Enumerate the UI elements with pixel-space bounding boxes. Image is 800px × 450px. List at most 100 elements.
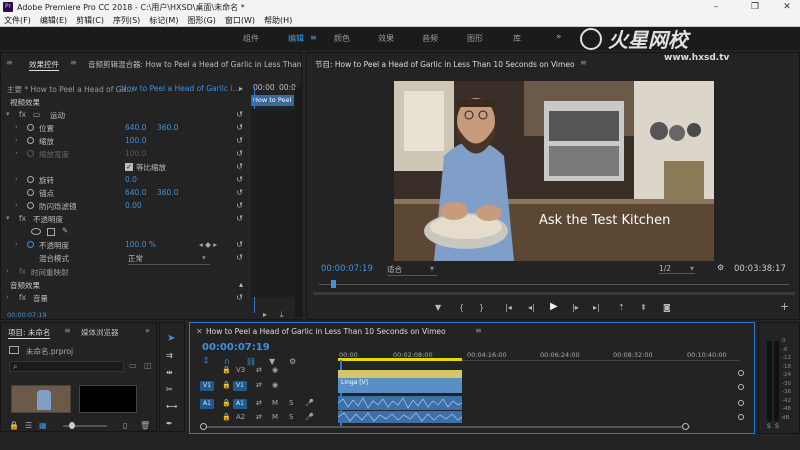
tab-effect-controls[interactable]: 效果控件 xyxy=(29,59,59,71)
zoom-scrollbar[interactable] xyxy=(313,292,795,295)
timeline-horizontal-scrollbar[interactable] xyxy=(200,423,690,430)
a1-mic-icon[interactable]: 🎤 xyxy=(305,399,314,407)
rotation-value[interactable]: 0.0 xyxy=(125,175,137,184)
selection-tool-icon[interactable]: ➤ xyxy=(167,333,175,344)
sequence-menu-icon[interactable]: ≡ xyxy=(475,326,482,335)
workspace-color[interactable]: 颜色 xyxy=(334,33,350,44)
mark-in-icon[interactable]: { xyxy=(459,303,464,313)
close-button[interactable]: ✕ xyxy=(777,1,797,13)
play-icon[interactable]: ▶ xyxy=(550,302,558,312)
motion-row[interactable]: ▾ fx ▭ 运动 ↺ xyxy=(1,109,247,121)
track-select-tool-icon[interactable]: ⇉ xyxy=(166,351,173,360)
tab-media-browser[interactable]: 媒体浏览器 xyxy=(81,327,119,338)
resolution-chevron-icon[interactable]: ▾ xyxy=(690,264,694,273)
new-bin-icon[interactable]: ▭ xyxy=(129,361,137,370)
icon-view-icon[interactable]: ▦ xyxy=(39,421,47,430)
project-search-input[interactable]: ⌕ xyxy=(9,361,124,372)
ripple-edit-tool-icon[interactable]: ⇹ xyxy=(166,368,173,377)
reset-volume-icon[interactable]: ↺ xyxy=(236,293,243,302)
video-clip[interactable]: Linga [V] xyxy=(338,378,462,393)
reset-rotation-icon[interactable]: ↺ xyxy=(236,175,243,184)
video-frame[interactable]: Ask the Test Kitchen xyxy=(394,81,714,261)
a2-mute-label[interactable]: M xyxy=(272,413,278,421)
fit-chevron-icon[interactable]: ▾ xyxy=(430,264,434,273)
linked-selection-icon[interactable]: ⛓ xyxy=(246,357,256,366)
opacity-header-row[interactable]: ▾ fx 不透明度 ↺ xyxy=(1,213,247,225)
effect-play-audio-icon[interactable]: ▸ xyxy=(263,310,267,319)
work-area-bar[interactable] xyxy=(338,358,462,361)
v3-eye-icon[interactable]: ◉ xyxy=(272,366,278,374)
audio-clip-a1[interactable] xyxy=(337,396,463,410)
effect-export-icon[interactable]: ⤓ xyxy=(280,310,284,320)
workspace-menu-icon[interactable]: ≡ xyxy=(310,33,317,42)
menu-marker[interactable]: 标记(M) xyxy=(145,14,183,26)
scale-stopwatch-icon[interactable] xyxy=(27,137,34,144)
snap-icon[interactable]: ∩ xyxy=(224,357,230,366)
position-stopwatch-icon[interactable] xyxy=(27,124,34,131)
zoom-slider[interactable] xyxy=(63,422,107,429)
menu-clip[interactable]: 剪辑(C) xyxy=(72,14,109,26)
clip-mini-bar[interactable]: How to Peel xyxy=(251,95,294,106)
scroll-dot-v3-icon[interactable] xyxy=(738,370,744,376)
step-forward-icon[interactable]: |▸ xyxy=(572,303,579,313)
flicker-stopwatch-icon[interactable] xyxy=(27,202,34,209)
menu-edit[interactable]: 编辑(E) xyxy=(36,14,72,26)
panel-menu-icon[interactable]: ≡ xyxy=(6,58,13,67)
v3-sync-icon[interactable]: ⇄ xyxy=(256,366,262,374)
reset-blend-icon[interactable]: ↺ xyxy=(236,253,243,262)
flicker-value[interactable]: 0.00 xyxy=(125,201,142,210)
workspace-editing[interactable]: 编辑 xyxy=(288,33,304,44)
tab-audio-clip-mixer[interactable]: 音频剪辑混合器: How to Peel a Head of Garlic in… xyxy=(88,59,302,70)
a2-sync-icon[interactable]: ⇄ xyxy=(256,413,262,421)
reset-position-icon[interactable]: ↺ xyxy=(236,123,243,132)
new-item-icon[interactable]: ▯ xyxy=(123,421,127,430)
a1-solo-button[interactable]: S xyxy=(289,399,293,407)
position-x-value[interactable]: 640.0 xyxy=(125,123,146,132)
program-playhead[interactable] xyxy=(331,280,336,288)
menu-help[interactable]: 帮助(H) xyxy=(260,14,297,26)
reset-scale-icon[interactable]: ↺ xyxy=(236,136,243,145)
keyframe-nav-icon[interactable]: ◂ ◆ ▸ xyxy=(199,240,217,249)
pen-mask-icon[interactable]: ✎ xyxy=(62,226,68,235)
step-back-icon[interactable]: ◂| xyxy=(528,303,535,313)
timeline-timecode[interactable]: 00:00:07:19 xyxy=(202,342,270,353)
lift-icon[interactable]: ⇡ xyxy=(618,303,625,313)
minimize-button[interactable]: – xyxy=(706,1,726,13)
source-v1-button[interactable]: V1 xyxy=(200,381,214,391)
scale-value[interactable]: 100.0 xyxy=(125,136,146,145)
maximize-button[interactable]: ❐ xyxy=(745,1,765,13)
workspace-effects[interactable]: 效果 xyxy=(378,33,394,44)
razor-tool-icon[interactable]: ✂ xyxy=(166,385,173,394)
filter-icon[interactable]: ◫ xyxy=(144,361,152,370)
more-workspaces-icon[interactable]: » xyxy=(556,32,562,42)
add-marker-timeline-icon[interactable]: ▼ xyxy=(269,357,275,366)
mark-out-icon[interactable]: } xyxy=(479,303,484,313)
reset-opacity-icon[interactable]: ↺ xyxy=(236,214,243,223)
v1-eye-icon[interactable]: ◉ xyxy=(272,381,278,389)
program-timecode[interactable]: 00:00:07:19 xyxy=(321,264,373,274)
pen-tool-icon[interactable]: ✒ xyxy=(166,419,173,428)
rotation-stopwatch-icon[interactable] xyxy=(27,176,34,183)
meter-solo-right-button[interactable]: S xyxy=(775,423,779,430)
project-thumbnail-sequence[interactable] xyxy=(79,385,137,413)
lock-icon[interactable]: 🔒 xyxy=(9,421,19,430)
anchor-x-value[interactable]: 640.0 xyxy=(125,188,146,197)
nest-icon[interactable]: ⁑ xyxy=(204,357,208,366)
anchor-y-value[interactable]: 360.0 xyxy=(157,188,178,197)
v3-lock-icon[interactable]: 🔒 xyxy=(222,366,231,374)
a1-lock-icon[interactable]: 🔒 xyxy=(222,399,231,407)
workspace-audio[interactable]: 音频 xyxy=(422,33,438,44)
a1-mute-button[interactable]: M xyxy=(272,399,278,407)
effects-timecode[interactable]: 00:00:07:19 xyxy=(7,311,47,319)
motion-icon[interactable]: ▭ xyxy=(33,110,40,119)
play-triangle-icon[interactable]: ▸ xyxy=(239,84,243,93)
program-scrubber[interactable] xyxy=(319,279,789,289)
scroll-dot-a1-icon[interactable] xyxy=(738,400,744,406)
list-view-icon[interactable]: ☰ xyxy=(25,421,32,430)
tab-menu-icon[interactable]: ≡ xyxy=(70,58,77,67)
scroll-right-handle-icon[interactable] xyxy=(682,423,689,430)
a2-solo-label[interactable]: S xyxy=(289,413,293,421)
scroll-left-handle-icon[interactable] xyxy=(200,423,207,430)
a2-lock-icon[interactable]: 🔒 xyxy=(222,413,231,421)
audio-up-icon[interactable]: ▴ xyxy=(239,280,243,289)
